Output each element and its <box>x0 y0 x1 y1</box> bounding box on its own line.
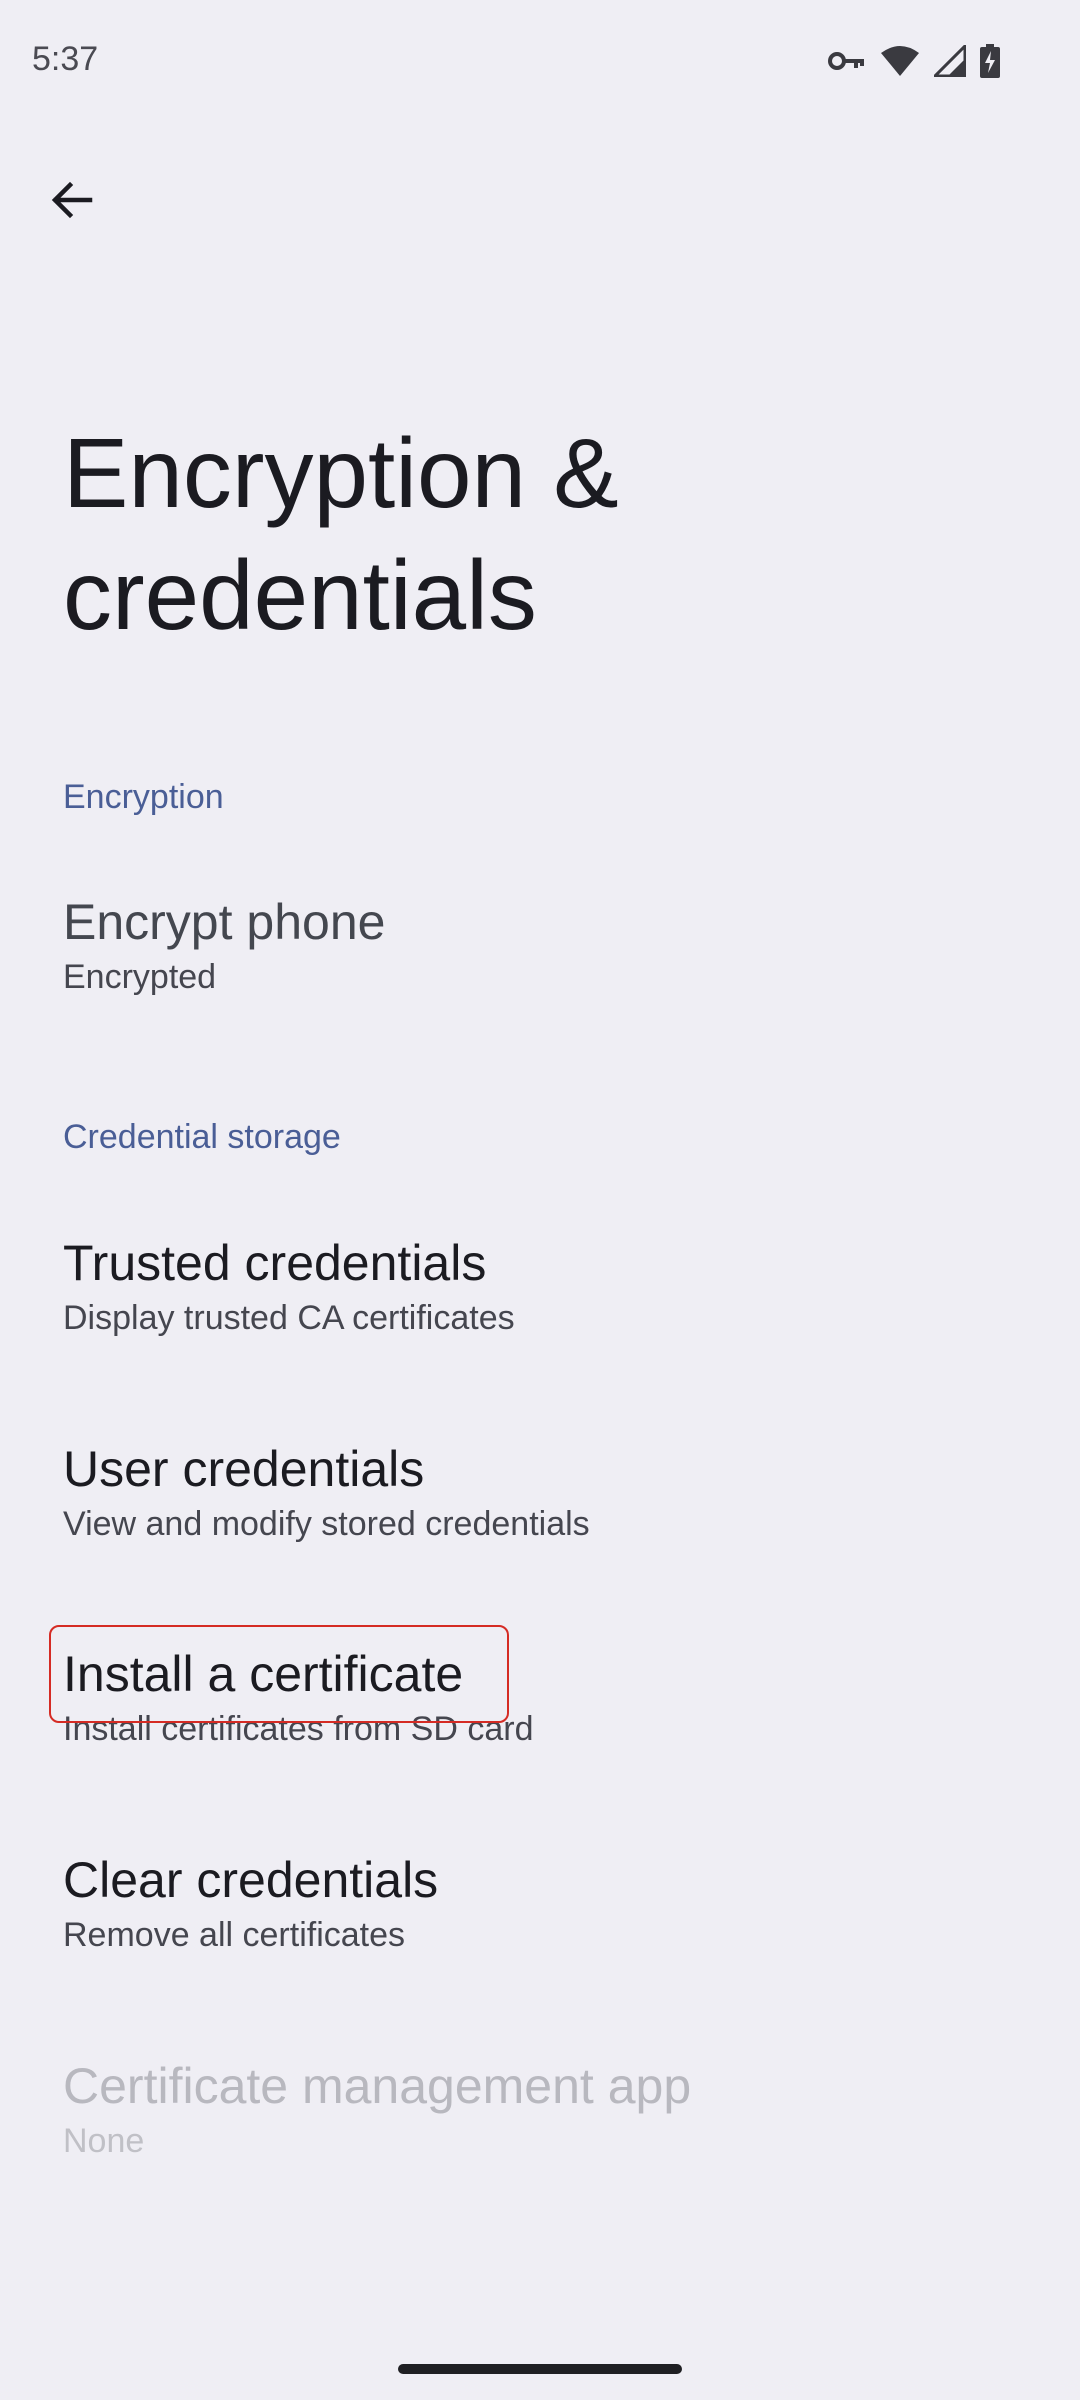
section-header-encryption: Encryption <box>63 778 224 816</box>
user-credentials-summary: View and modify stored credentials <box>63 1505 590 1543</box>
wifi-icon <box>881 46 919 76</box>
clear-credentials-item[interactable]: Clear credentials Remove all certificate… <box>63 1849 1023 1957</box>
battery-charging-icon <box>980 44 1000 78</box>
certificate-management-app-item: Certificate management app None <box>63 2055 1023 2163</box>
encrypt-phone-title: Encrypt phone <box>63 894 386 950</box>
status-bar: 5:37 <box>0 0 1080 126</box>
trusted-credentials-title: Trusted credentials <box>63 1235 487 1291</box>
page-title: Encryption & credentials <box>63 418 619 650</box>
gesture-nav-handle[interactable] <box>398 2364 682 2374</box>
status-icons <box>828 44 1000 78</box>
back-button[interactable] <box>36 164 108 236</box>
selection-highlight <box>49 1625 509 1723</box>
status-time: 5:37 <box>32 40 99 78</box>
clear-credentials-summary: Remove all certificates <box>63 1916 406 1954</box>
section-header-credential-storage: Credential storage <box>63 1118 341 1156</box>
clear-credentials-title: Clear credentials <box>63 1852 439 1908</box>
vpn-key-icon <box>828 52 864 70</box>
arrow-back-icon <box>51 181 93 219</box>
user-credentials-item[interactable]: User credentials View and modify stored … <box>63 1438 1023 1546</box>
trusted-credentials-summary: Display trusted CA certificates <box>63 1299 515 1337</box>
cell-signal-icon <box>934 45 966 77</box>
encrypt-phone-summary: Encrypted <box>63 958 217 996</box>
certificate-management-app-title: Certificate management app <box>63 2058 692 2114</box>
certificate-management-app-summary: None <box>63 2122 145 2160</box>
user-credentials-title: User credentials <box>63 1441 425 1497</box>
trusted-credentials-item[interactable]: Trusted credentials Display trusted CA c… <box>63 1232 1023 1340</box>
encrypt-phone-item[interactable]: Encrypt phone Encrypted <box>63 891 1023 999</box>
